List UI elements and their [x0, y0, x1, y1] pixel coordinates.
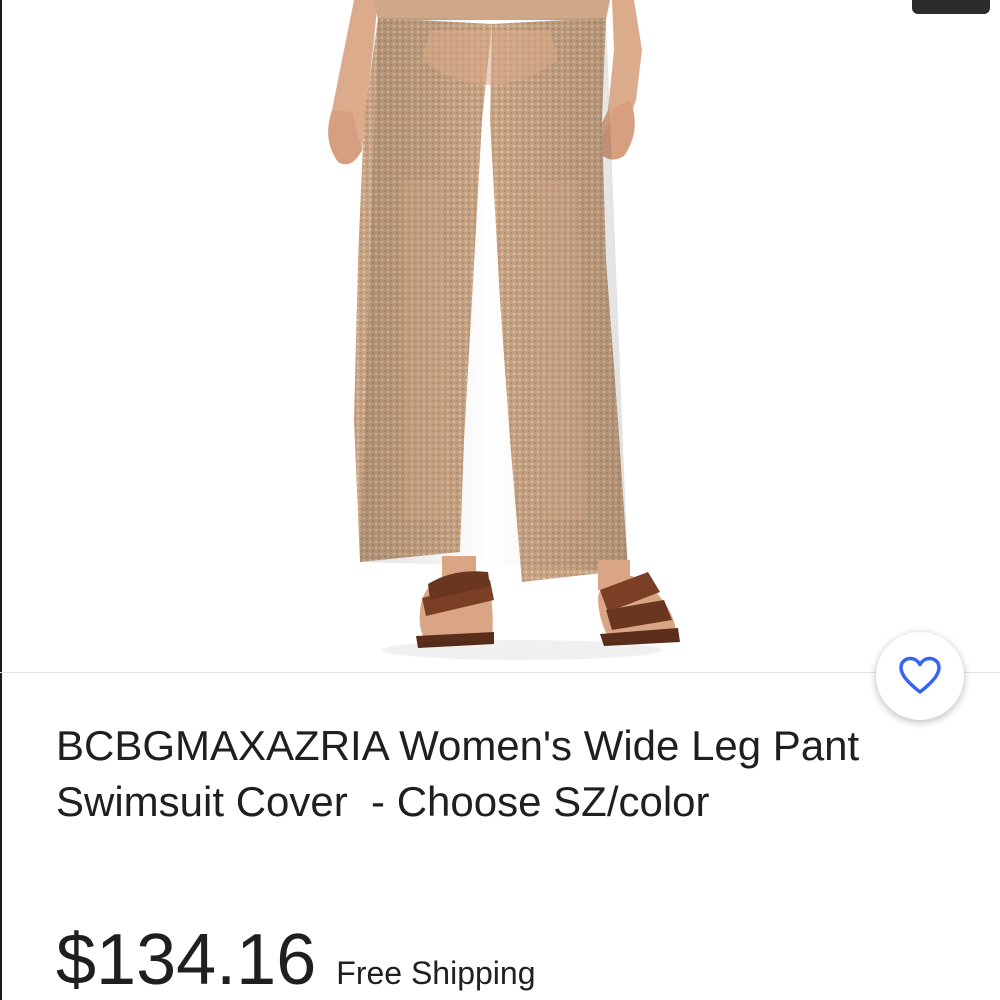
top-corner-tab — [912, 0, 990, 14]
price-row: $134.16 Free Shipping — [56, 920, 536, 1000]
listing-page: BCBGMAXAZRIA Women's Wide Leg Pant Swims… — [0, 0, 1000, 1000]
watch-button[interactable] — [876, 632, 964, 720]
product-image[interactable] — [2, 0, 1000, 672]
product-title: BCBGMAXAZRIA Women's Wide Leg Pant Swims… — [56, 722, 871, 825]
product-price: $134.16 — [56, 920, 317, 1000]
heart-icon — [899, 656, 941, 694]
shipping-label: Free Shipping — [336, 955, 536, 991]
image-divider — [0, 672, 1000, 673]
product-illustration — [328, 0, 680, 660]
